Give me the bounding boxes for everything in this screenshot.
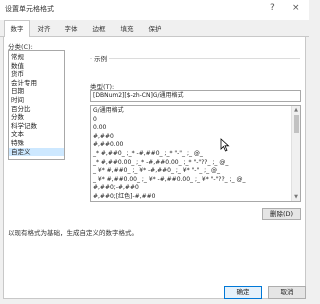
category-item-special[interactable]: 特殊 [9,139,64,148]
category-item-currency[interactable]: 货币 [9,70,64,79]
format-item[interactable]: 0 [91,116,288,125]
format-list[interactable]: G/通用格式 0 0.00 #,##0 #,##0.00 _* #,##0_ ;… [90,105,301,202]
category-item-general[interactable]: 常规 [9,53,64,62]
format-item[interactable]: #,##0;[红色]-#,##0 [91,193,288,201]
tab-protection[interactable]: 保护 [143,21,167,37]
dialog-title: 设置单元格格式 [5,5,54,13]
scroll-down-arrow-icon[interactable]: ▼ [292,194,300,200]
format-description: 以现有格式为基础，生成自定义的数字格式。 [8,229,138,237]
category-item-accounting[interactable]: 会计专用 [9,79,64,88]
tab-border[interactable]: 边框 [87,21,111,37]
close-button[interactable]: × [292,3,300,13]
scroll-up-arrow-icon[interactable]: ▲ [292,107,300,113]
tab-font[interactable]: 字体 [59,21,83,37]
sample-group-line [90,58,300,59]
scroll-thumb[interactable] [294,115,299,133]
format-item[interactable]: 0.00 [91,124,288,133]
format-item[interactable]: _* #,##0_ ;_* -#,##0_ ;_* "-"_ ;_ @_ [91,150,288,159]
tab-fill[interactable]: 填充 [115,21,139,37]
format-list-scrollbar[interactable]: ▲ ▼ [291,106,300,201]
category-item-fraction[interactable]: 分数 [9,113,64,122]
mouse-pointer-icon [220,138,230,152]
format-item[interactable]: #,##0;-#,##0 [91,184,288,193]
ok-button[interactable]: 确定 [224,286,262,299]
format-item[interactable]: _ ¥* #,##0_ ;_ ¥* -#,##0_ ;_ ¥* "-"_ ;_ … [91,167,288,176]
category-item-number[interactable]: 数值 [9,62,64,71]
category-item-custom[interactable]: 自定义 [9,147,64,157]
category-item-date[interactable]: 日期 [9,87,64,96]
category-item-percentage[interactable]: 百分比 [9,105,64,114]
tab-alignment[interactable]: 对齐 [32,21,56,37]
help-button[interactable]: ? [270,3,275,13]
category-list[interactable]: 常规 数值 货币 会计专用 日期 时间 百分比 分数 科学记数 文本 特殊 自定… [8,50,65,160]
sample-label: 示例 [92,53,109,63]
format-item[interactable]: _ ¥* #,##0.00_ ;_ ¥* -#,##0.00_ ;_ ¥* "-… [91,176,288,185]
format-item[interactable]: #,##0 [91,133,288,142]
category-item-text[interactable]: 文本 [9,130,64,139]
tab-number[interactable]: 数字 [4,20,30,38]
delete-button[interactable]: 删除(D) [262,208,301,220]
type-input[interactable]: [DBNum2][$-zh-CN]G/通用格式 [90,90,301,102]
format-item[interactable]: G/通用格式 [91,107,288,116]
cancel-button[interactable]: 取消 [268,286,306,299]
category-item-time[interactable]: 时间 [9,96,64,105]
format-item[interactable]: _* #,##0.00_ ;_* -#,##0.00_ ;_* "-"??_ ;… [91,159,288,168]
format-item[interactable]: #,##0.00 [91,141,288,150]
